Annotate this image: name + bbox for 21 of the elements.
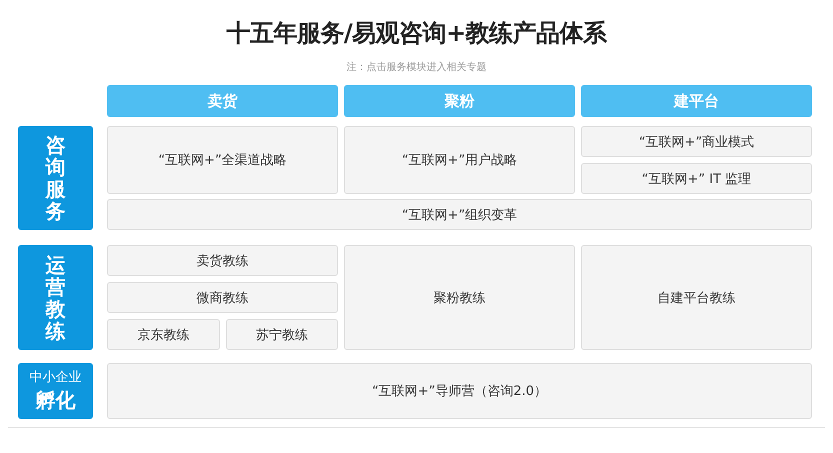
section-label-text: 运营教练 xyxy=(46,254,66,342)
column-header: 卖货 xyxy=(107,85,338,117)
page-title: 十五年服务/易观咨询+教练产品体系 xyxy=(225,18,608,48)
section-label-text: 咨询服务 xyxy=(46,134,66,222)
module-tile[interactable]: “互联网+” IT 监理 xyxy=(581,163,812,194)
section-label-text: 中小企业 xyxy=(30,369,82,387)
module-tile[interactable]: “互联网+”组织变革 xyxy=(107,199,812,230)
module-tile[interactable]: 自建平台教练 xyxy=(581,245,812,350)
module-tile[interactable]: 聚粉教练 xyxy=(344,245,575,350)
column-header: 建平台 xyxy=(581,85,812,117)
module-tile[interactable]: “互联网+”导师营（咨询2.0） xyxy=(107,363,812,419)
module-tile[interactable]: 京东教练 xyxy=(107,319,220,350)
note-text: 注：点击服务模块进入相关专题 xyxy=(346,61,486,75)
column-header: 聚粉 xyxy=(344,85,575,117)
module-tile[interactable]: “互联网+”商业模式 xyxy=(581,126,812,157)
section-label-text: 孵化 xyxy=(36,387,76,413)
module-tile[interactable]: 微商教练 xyxy=(107,282,338,313)
module-tile[interactable]: “互联网+”全渠道战略 xyxy=(107,126,338,194)
module-tile[interactable]: 卖货教练 xyxy=(107,245,338,276)
module-tile[interactable]: “互联网+”用户战略 xyxy=(344,126,575,194)
module-tile[interactable]: 苏宁教练 xyxy=(226,319,338,350)
